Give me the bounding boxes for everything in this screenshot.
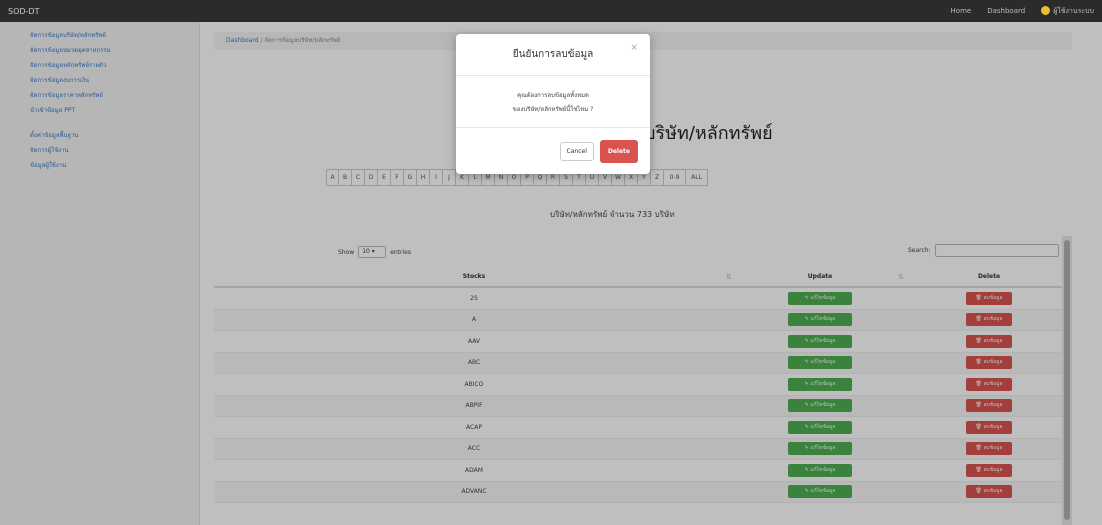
modal-body: คุณต้องการลบข้อมูลทั้งหมด ของบริษัท/หลัก…	[456, 76, 650, 128]
top-nav: Home Dashboard ผู้ใช้งานระบบ	[951, 6, 1094, 17]
top-navbar: SOD-DT Home Dashboard ผู้ใช้งานระบบ	[0, 0, 1102, 22]
nav-dashboard-link[interactable]: Dashboard	[987, 7, 1025, 15]
user-name: ผู้ใช้งานระบบ	[1053, 6, 1094, 15]
cancel-button[interactable]: Cancel	[559, 141, 594, 161]
modal-message-line2: ของบริษัท/หลักทรัพย์นี้ใช่ไหม ?	[512, 105, 594, 113]
avatar	[1041, 6, 1051, 15]
nav-home-link[interactable]: Home	[951, 7, 972, 15]
user-menu[interactable]: ผู้ใช้งานระบบ	[1041, 6, 1094, 17]
modal-footer: Cancel Delete	[456, 128, 650, 174]
confirm-delete-modal: ยืนยันการลบข้อมูล × คุณต้องการลบข้อมูลทั…	[456, 34, 650, 174]
confirm-delete-button[interactable]: Delete	[599, 139, 638, 163]
modal-title: ยืนยันการลบข้อมูล	[512, 49, 594, 60]
modal-message-line1: คุณต้องการลบข้อมูลทั้งหมด	[517, 91, 589, 99]
brand-logo[interactable]: SOD-DT	[8, 7, 39, 16]
modal-header: ยืนยันการลบข้อมูล ×	[456, 34, 650, 76]
close-icon[interactable]: ×	[630, 43, 638, 53]
